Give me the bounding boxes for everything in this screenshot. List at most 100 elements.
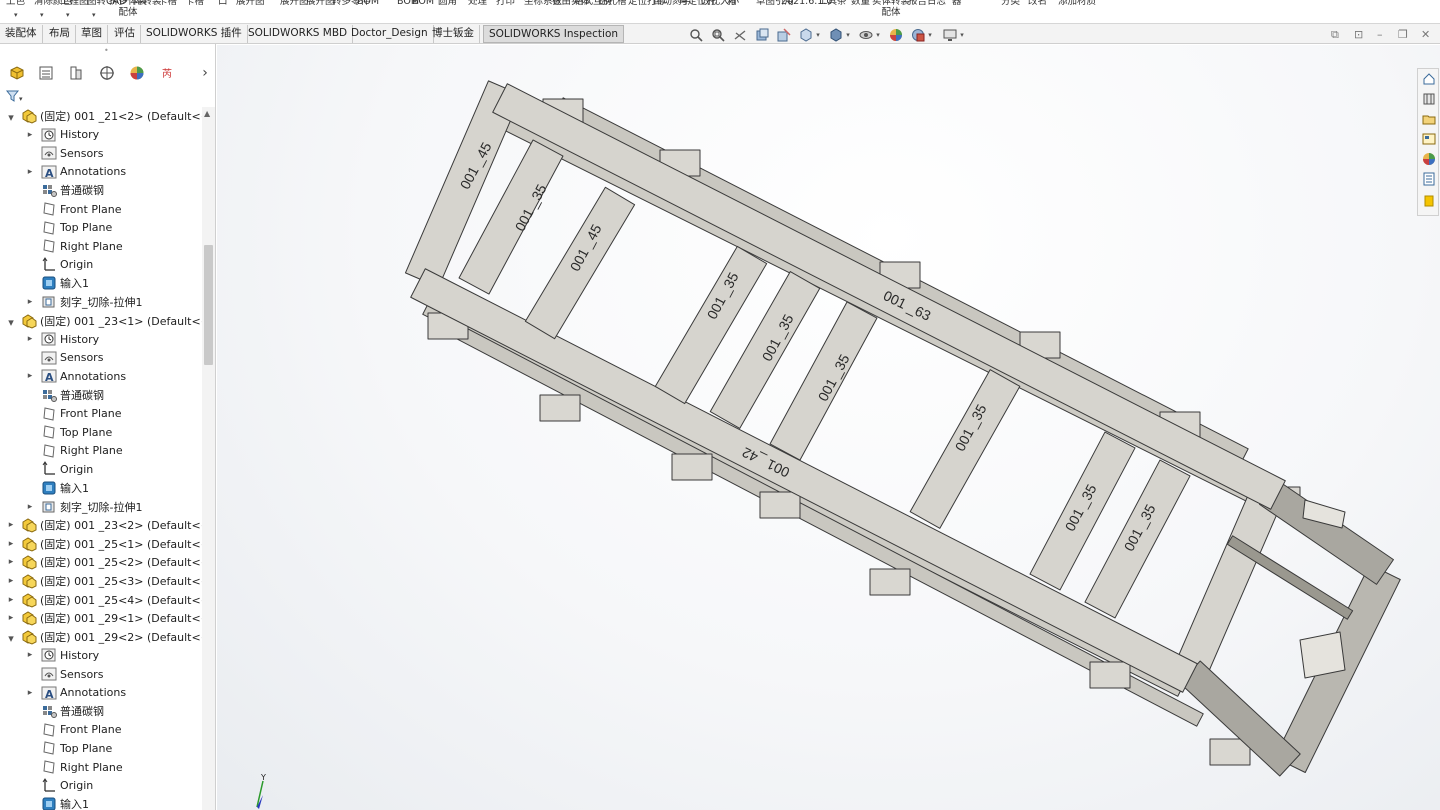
tree-component[interactable]: (固定) 001 _21<2> (Default<<D xyxy=(21,107,215,125)
tree-feature[interactable]: Right Plane xyxy=(41,442,123,460)
expand-caret-icon[interactable]: ▸ xyxy=(25,502,35,512)
tree-component[interactable]: (固定) 001 _25<3> (Default<<D xyxy=(21,572,215,590)
tree-feature[interactable]: Right Plane xyxy=(41,758,123,776)
tree-feature[interactable]: Sensors xyxy=(41,665,103,683)
graphics-area[interactable]: 001 _45 001 _35 001 _45 001 _35 001 _35 001 _… xyxy=(217,45,1440,810)
ribbon-command[interactable]: 展开图 xyxy=(236,0,265,7)
tree-feature[interactable]: Top Plane xyxy=(41,219,112,237)
tree-component[interactable]: (固定) 001 _29<1> (Default<<D xyxy=(21,609,215,627)
ribbon-command[interactable]: 器 xyxy=(952,0,962,7)
ribbon-command[interactable]: 实体转装配体 xyxy=(871,0,911,18)
ribbon-command[interactable]: 圆角 xyxy=(438,0,457,7)
ribbon-command[interactable]: 工具条 xyxy=(818,0,847,7)
maximize-icon[interactable]: ❐ xyxy=(1398,28,1408,41)
tree-feature[interactable]: Front Plane xyxy=(41,200,122,218)
file-explorer-icon[interactable] xyxy=(1420,110,1438,128)
tab-2[interactable]: 草图 xyxy=(76,25,108,43)
property-manager-tab-icon[interactable] xyxy=(35,64,57,82)
tree-feature[interactable]: 普通碳钢 xyxy=(41,702,104,720)
apply-scene-icon[interactable] xyxy=(910,27,926,43)
tile-window-icon[interactable]: ⧉ xyxy=(1331,28,1339,42)
skid-block[interactable] xyxy=(759,491,801,519)
tree-feature[interactable]: 输入1 xyxy=(41,795,89,810)
tree-feature[interactable]: Front Plane xyxy=(41,721,122,739)
filter-icon[interactable]: ▾ xyxy=(5,88,27,104)
ribbon-command[interactable]: BOM xyxy=(357,0,379,7)
tab-6[interactable]: Doctor_Design xyxy=(346,25,434,43)
tree-feature[interactable]: Origin xyxy=(41,777,93,795)
tree-feature[interactable]: 普通碳钢 xyxy=(41,181,104,199)
section-view-icon[interactable] xyxy=(754,27,770,43)
ribbon-command[interactable]: 数量 xyxy=(851,0,870,7)
ribbon-command[interactable]: 卡槽 xyxy=(185,0,204,7)
tree-feature[interactable]: History xyxy=(41,646,99,664)
collapse-caret-icon[interactable]: ▾ xyxy=(6,316,16,329)
tree-component[interactable]: (固定) 001 _25<2> (Default<<D xyxy=(21,553,215,571)
expand-caret-icon[interactable]: ▸ xyxy=(6,539,16,549)
ribbon-command[interactable]: 卡槽 xyxy=(158,0,177,7)
tree-feature[interactable]: History xyxy=(41,330,99,348)
view-settings-dropdown-icon[interactable]: ▾ xyxy=(958,27,966,43)
appearances-icon[interactable] xyxy=(1420,150,1438,168)
scrollbar-thumb[interactable] xyxy=(204,245,213,365)
previous-view-icon[interactable] xyxy=(732,27,748,43)
skid-block[interactable] xyxy=(1089,661,1131,689)
right-end-post-front[interactable] xyxy=(1173,484,1285,680)
end-plate[interactable] xyxy=(1299,631,1346,679)
tab-4[interactable]: SOLIDWORKS 插件 xyxy=(141,25,248,43)
ribbon-dropdown-icon[interactable]: ▾ xyxy=(66,11,70,19)
minimize-icon[interactable]: – xyxy=(1377,28,1383,41)
expand-caret-icon[interactable]: ▸ xyxy=(25,371,35,381)
display-manager-tab-icon[interactable] xyxy=(126,64,148,82)
view-orientation-icon[interactable] xyxy=(798,27,814,43)
panel-tabs-more-icon[interactable]: › xyxy=(194,64,215,82)
tree-feature[interactable]: Top Plane xyxy=(41,423,112,441)
tab-7[interactable]: 博士钣金 xyxy=(427,25,480,43)
notes-icon[interactable] xyxy=(1420,192,1438,210)
tree-feature[interactable]: 输入1 xyxy=(41,479,89,497)
ribbon-command[interactable]: 添加材质 xyxy=(1058,0,1096,7)
dynamic-annotation-icon[interactable] xyxy=(776,27,792,43)
tab-3[interactable]: 评估 xyxy=(109,25,141,43)
tree-feature[interactable]: Origin xyxy=(41,460,93,478)
expand-caret-icon[interactable]: ▸ xyxy=(25,688,35,698)
design-library-icon[interactable] xyxy=(1420,90,1438,108)
skid-block[interactable] xyxy=(539,394,581,422)
ribbon-command[interactable]: 上色 xyxy=(6,0,25,7)
ribbon-dropdown-icon[interactable]: ▾ xyxy=(92,11,96,19)
expand-caret-icon[interactable]: ▸ xyxy=(6,576,16,586)
tab-1[interactable]: 布局 xyxy=(44,25,76,43)
ribbon-command[interactable]: 箱 xyxy=(727,0,737,7)
tree-feature[interactable]: 输入1 xyxy=(41,274,89,292)
expand-caret-icon[interactable]: ▸ xyxy=(25,334,35,344)
tree-component[interactable]: (固定) 001 _25<1> (Default<<D xyxy=(21,535,215,553)
expand-caret-icon[interactable]: ▸ xyxy=(6,613,16,623)
tree-feature[interactable]: Top Plane xyxy=(41,739,112,757)
zoom-to-area-icon[interactable] xyxy=(710,27,726,43)
tab-5[interactable]: SOLIDWORKS MBD xyxy=(243,25,354,43)
tree-component[interactable]: (固定) 001 _25<4> (Default<<D xyxy=(21,591,215,609)
feature-manager-tab-icon[interactable] xyxy=(6,64,28,82)
ribbon-command[interactable]: 2021.6.1.0 xyxy=(781,0,832,7)
ribbon-command[interactable]: 打印 xyxy=(496,0,515,7)
restore-window-icon[interactable]: ⊡ xyxy=(1354,28,1363,41)
view-orientation-dropdown-icon[interactable]: ▾ xyxy=(814,27,822,43)
tree-feature[interactable]: History xyxy=(41,126,99,144)
zoom-to-fit-icon[interactable] xyxy=(688,27,704,43)
tree-scrollbar[interactable]: ▲ xyxy=(202,107,215,810)
tree-component[interactable]: (固定) 001 _29<2> (Default<<D xyxy=(21,628,215,646)
custom-properties-icon[interactable] xyxy=(1420,170,1438,188)
configuration-manager-tab-icon[interactable] xyxy=(65,64,87,82)
tree-component[interactable]: (固定) 001 _23<1> (Default<<D xyxy=(21,312,215,330)
tab-8[interactable]: SOLIDWORKS Inspection xyxy=(483,25,625,43)
tree-feature[interactable]: Sensors xyxy=(41,349,103,367)
ribbon-command[interactable]: 报告日志 xyxy=(908,0,946,7)
ribbon-command[interactable]: 改名 xyxy=(1028,0,1047,7)
tab-0[interactable]: 装配体 xyxy=(0,25,43,43)
display-style-icon[interactable] xyxy=(828,27,844,43)
tree-feature[interactable]: Right Plane xyxy=(41,237,123,255)
tree-feature[interactable]: 普通碳钢 xyxy=(41,386,104,404)
apply-scene-dropdown-icon[interactable]: ▾ xyxy=(926,27,934,43)
scroll-up-icon[interactable]: ▲ xyxy=(204,109,210,118)
expand-caret-icon[interactable]: ▸ xyxy=(25,297,35,307)
